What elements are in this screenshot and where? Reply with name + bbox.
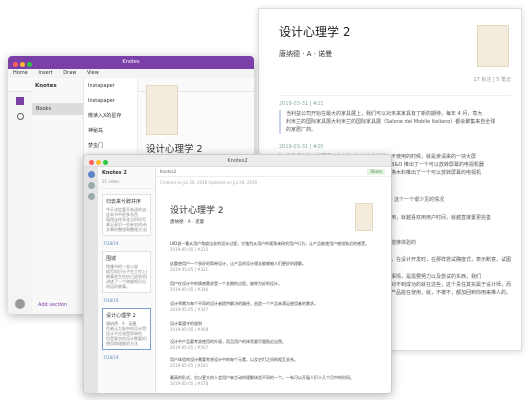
book-cover-image [146, 85, 178, 135]
note-count: 21 notes [98, 179, 155, 189]
note-editor: Knotes2 Share Created on Jul 28, 2019 Up… [156, 167, 391, 393]
note-entry: UID说一番从用户角度出发的设计过程，它強烈从用户的视角来研究用户行为，让产品能… [170, 241, 370, 252]
note-list: Knotes 2 21 notes 归去来兮辞并序 今天决定要开始读的这本书这本… [98, 167, 156, 393]
tab-view[interactable]: View [87, 70, 99, 76]
note-date: 7/28/19 [103, 355, 119, 360]
share-button[interactable]: Share [367, 169, 385, 175]
note-entry: 设计要遵守的规则 2019-05-05 | #408 [170, 321, 209, 332]
close-button[interactable] [13, 62, 18, 67]
tab-draw[interactable]: Draw [63, 70, 76, 76]
library-icon[interactable] [16, 97, 24, 105]
section-item[interactable]: 神秘岛 [84, 124, 137, 139]
note-entry: 最高的形式，它以更大的人会用户来主动的理解体验不同的一个。一有可以开展人们十几个… [170, 375, 354, 386]
annotation-stats: 17 标注 | 5 笔记 [473, 77, 511, 83]
divider [279, 95, 511, 96]
nav-rail [84, 167, 98, 393]
editor-toolbar: Knotes2 Share [156, 167, 391, 177]
app-icon[interactable] [87, 171, 95, 178]
note-entry: 这重使用户一个多好的简单设计，让产品的设计理念能够被人们更好的理解。 2019-0… [170, 261, 306, 272]
note-date: 7/28/19 [103, 241, 119, 246]
ribbon-tabs: Home Insert Draw View [8, 69, 254, 78]
book-cover-image [355, 203, 373, 231]
search-icon[interactable] [16, 113, 24, 120]
add-section-button[interactable]: Add section [38, 302, 67, 308]
minimize-button[interactable] [20, 62, 25, 67]
breadcrumb[interactable]: Knotes2 [160, 169, 176, 174]
note-card[interactable]: 归去来兮辞并序 今天决定要开始读的这本书这本书中很多东西值得这样多花点时间写下来… [102, 194, 151, 236]
title-bar: Knotes [8, 56, 254, 69]
trash-icon[interactable] [87, 193, 95, 200]
avatar[interactable] [15, 299, 25, 309]
zoom-button[interactable] [27, 62, 32, 67]
notes-icon[interactable] [87, 182, 95, 189]
tab-home[interactable]: Home [13, 70, 28, 76]
note-author: 唐纳德 · A · 诺曼 [170, 220, 205, 225]
annotation-entry: 2019-03-31 | #21 当利益公司开始在最大的家具展上，我们可以对未来… [279, 101, 511, 134]
page-title: 设计心理学 2 [279, 25, 351, 39]
minimize-button[interactable] [96, 160, 101, 165]
note-title: 设计心理学 2 [170, 206, 224, 216]
zoom-button[interactable] [103, 160, 108, 165]
nav-rail [8, 92, 32, 314]
page-author: 唐纳德 · A · 诺曼 [279, 50, 333, 58]
knotes2-window: Knotes2 Knotes 2 21 notes 归去来兮辞并序 今天决定要开… [83, 154, 392, 394]
note-entry: 设计中产品要考虑使用的外观，而且用户的体验要尽量贴近自然。 2019-05-05 … [170, 339, 286, 350]
notebook-name: Knotes 2 [102, 170, 127, 176]
note-date: 7/28/19 [103, 298, 119, 303]
tab-insert[interactable]: Insert [38, 70, 52, 76]
notebook-item-books[interactable]: Books [32, 103, 83, 115]
book-cover-image [477, 25, 509, 67]
notebook-name[interactable]: Knotes [32, 79, 83, 93]
note-entry: 用户在设计中的情感需求是一个长期的过程，被称为好的设计。 2019-05-05 |… [170, 281, 282, 292]
page-title: 设计心理学 2 [146, 144, 203, 155]
section-item[interactable]: 微读入X的星存 [84, 109, 137, 124]
note-entry: 设计师需为每个不同的设计者提供解决的路径，创造一个产品来满足使用者的需求。 201… [170, 301, 318, 312]
window-title: Knotes2 [227, 158, 248, 164]
note-card[interactable]: 围城 钱锺书的一本小说描写知识分子在工作上的生活故事发生在抗日战争初期讲述了一个… [102, 251, 151, 293]
title-bar: Knotes2 [84, 155, 391, 167]
section-item[interactable]: Instapaper [84, 94, 137, 109]
section-item[interactable]: 梦虫门 [84, 139, 137, 154]
window-title: Knotes [122, 59, 140, 65]
note-meta: Created on Jul 28, 2019 Updated on Jul 2… [160, 180, 257, 185]
note-entry: 用户体验的设计需要考虑设计中的每个元素，以及它们之间的相互关系。 2019-05-… [170, 357, 298, 368]
notebook-pane: Knotes Books Add section [32, 79, 84, 314]
section-item[interactable]: Instapaper [84, 79, 137, 94]
note-card-selected[interactable]: 设计心理学 2 唐纳德 · A · 诺曼作者认为复杂的设计是有必要的设计不应该是… [102, 308, 151, 350]
close-button[interactable] [89, 160, 94, 165]
